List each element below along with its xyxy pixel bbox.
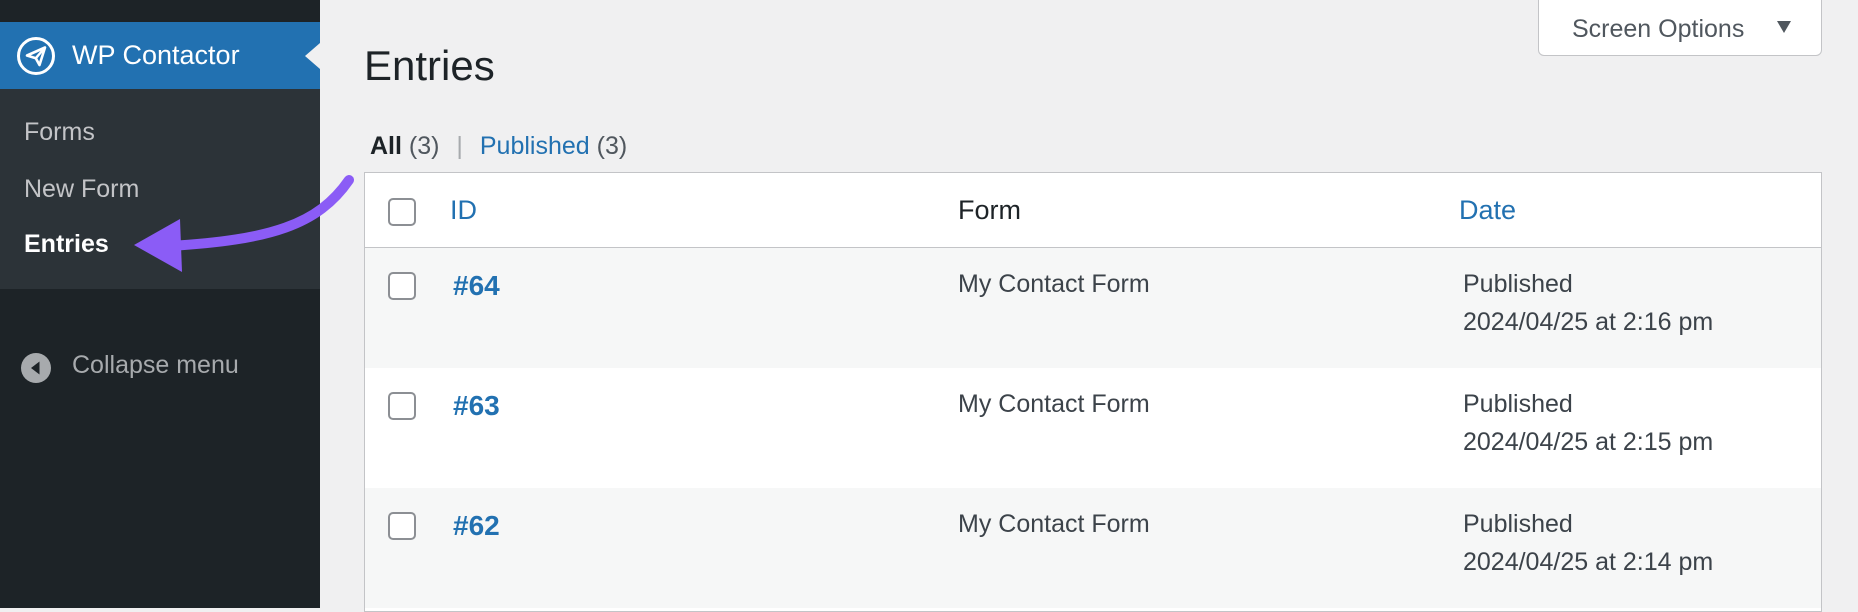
column-header-date[interactable]: Date: [1459, 195, 1516, 226]
entry-date: 2024/04/25 at 2:14 pm: [1463, 548, 1714, 576]
plugin-submenu: Forms New Form Entries: [0, 89, 320, 289]
collapse-menu-button[interactable]: Collapse menu: [0, 340, 320, 392]
filter-published-link[interactable]: Published: [480, 132, 590, 160]
entry-status: Published: [1463, 270, 1573, 298]
entry-id-link[interactable]: #64: [453, 270, 500, 302]
entry-id-link[interactable]: #62: [453, 510, 500, 542]
filter-all-count: (3): [408, 132, 440, 160]
table-row: #63 My Contact Form Published 2024/04/25…: [365, 368, 1821, 488]
row-checkbox[interactable]: [388, 512, 416, 540]
row-checkbox[interactable]: [388, 392, 416, 420]
table-header: ID Form Date: [365, 173, 1821, 248]
filter-all-link[interactable]: All: [370, 132, 402, 160]
entry-date: 2024/04/25 at 2:15 pm: [1463, 428, 1714, 456]
submenu-item-entries[interactable]: Entries: [24, 230, 109, 259]
collapse-arrow-icon: [21, 353, 51, 383]
submenu-item-forms[interactable]: Forms: [24, 118, 95, 147]
entry-form-name: My Contact Form: [958, 390, 1150, 418]
entry-id-link[interactable]: #63: [453, 390, 500, 422]
entry-form-name: My Contact Form: [958, 510, 1150, 538]
entry-status: Published: [1463, 510, 1573, 538]
paper-plane-icon: [17, 37, 55, 75]
collapse-menu-label: Collapse menu: [72, 351, 239, 379]
page-title: Entries: [364, 42, 495, 89]
select-all-checkbox[interactable]: [388, 198, 416, 226]
entry-date: 2024/04/25 at 2:16 pm: [1463, 308, 1714, 336]
sidebar-top-strip: [0, 0, 320, 22]
sidebar-item-wp-contactor[interactable]: WP Contactor: [0, 22, 320, 89]
entry-form-name: My Contact Form: [958, 270, 1150, 298]
admin-sidebar: WP Contactor Forms New Form Entries Coll…: [0, 0, 320, 608]
current-menu-notch: [305, 43, 320, 69]
column-header-id[interactable]: ID: [450, 195, 477, 226]
status-filter-links: All (3) | Published (3): [370, 132, 627, 161]
entry-status: Published: [1463, 390, 1573, 418]
filter-separator: |: [456, 132, 463, 160]
entries-table: ID Form Date #64 My Contact Form Publish…: [364, 172, 1822, 612]
submenu-item-new-form[interactable]: New Form: [24, 175, 139, 204]
filter-published-count: (3): [596, 132, 628, 160]
row-checkbox[interactable]: [388, 272, 416, 300]
table-row: #64 My Contact Form Published 2024/04/25…: [365, 248, 1821, 368]
screen-options-button[interactable]: Screen Options: [1538, 0, 1822, 56]
plugin-name: WP Contactor: [72, 40, 240, 70]
table-row: #62 My Contact Form Published 2024/04/25…: [365, 488, 1821, 608]
screen-options-label: Screen Options: [1572, 15, 1745, 43]
column-header-form: Form: [958, 195, 1021, 225]
triangle-down-icon: [1777, 21, 1791, 33]
